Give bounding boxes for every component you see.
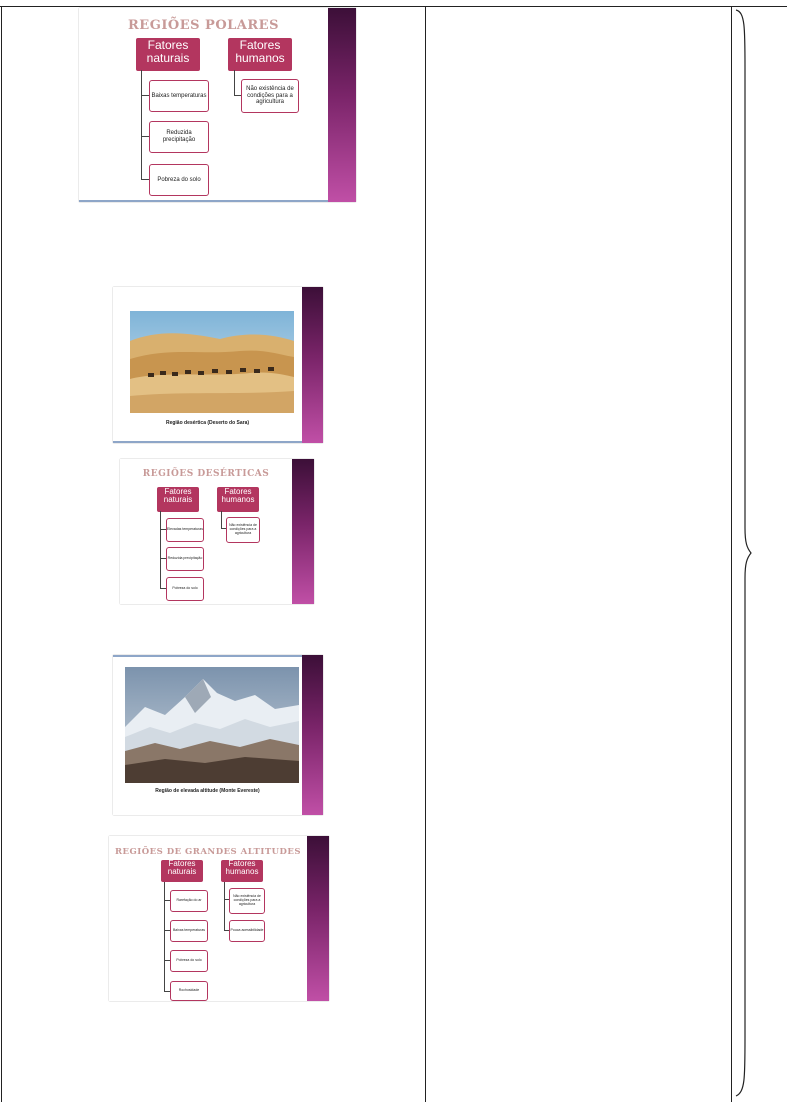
tree-line [164,882,165,992]
tree-line [160,511,161,589]
factor-box: Elevadas temperaturas [166,518,204,542]
factor-box: Pobreza do solo [170,950,208,972]
header-human-factors: Fatores humanos [228,38,292,71]
factor-box: Não existência de condições para a agric… [229,888,265,914]
factor-box: Baixas temperaturas [149,80,209,112]
factor-box: Rarefação do ar [170,890,208,912]
slide-accent-bar [328,8,356,202]
header-human-factors: Fatores humanos [221,859,263,882]
slide-desert-photo: Região desértica (Deserto do Sara) [113,287,323,443]
factor-box: Pobreza do solo [149,164,209,196]
slide-title: REGIÕES DE GRANDES ALTITUDES [114,847,302,857]
photo-caption: Região desértica (Deserto do Sara) [165,420,250,426]
slide-accent-bar [302,655,323,815]
factor-box: Pobreza do solo [166,577,204,601]
factor-box: Não existência de condições para a agric… [241,79,299,113]
slide-title: REGIÕES DESÉRTICAS [142,469,270,479]
slide-high-altitude-regions: REGIÕES DE GRANDES ALTITUDES Fatores nat… [109,836,329,1001]
tree-line [141,179,149,180]
desert-photo [130,311,294,413]
slide-accent-bar [302,287,323,443]
factor-box: Reduzida precipitação [149,121,209,153]
table-column-divider [425,6,426,1102]
slide-mountain-photo: Região de elevada altitude (Monte Everes… [113,655,323,815]
slide-accent-bar [292,459,314,604]
tree-line [234,95,241,96]
table-top-border [0,6,787,7]
curly-brace [735,9,752,1097]
slide-desert-regions: REGIÕES DESÉRTICAS Fatores naturais Fato… [120,459,314,604]
tree-line [234,70,235,96]
header-human-factors: Fatores humanos [217,487,259,512]
photo-caption: Região de elevada altitude (Monte Everes… [155,788,260,794]
table-column-divider [731,6,732,1102]
factor-box: Rochosidade [170,981,208,1001]
factor-box: Pouca acessibilidade [229,920,265,942]
factor-box: Não existência de condições para a agric… [226,517,260,543]
tree-line [221,511,222,529]
factor-box: Baixas temperaturas [170,920,208,942]
header-natural-factors: Fatores naturais [136,38,200,71]
slide-underline [79,200,328,202]
slide-underline [113,655,302,657]
tree-line [141,70,142,180]
header-natural-factors: Fatores naturais [157,487,199,512]
header-natural-factors: Fatores naturais [161,859,203,882]
slide-accent-bar [307,836,329,1001]
mountain-photo [125,667,299,783]
slide-title: REGIÕES POLARES [128,18,279,33]
table-left-border [1,6,2,1102]
tree-line [224,882,225,931]
tree-line [141,95,149,96]
slide-underline [113,441,302,443]
factor-box: Reduzida precipitação [166,547,204,571]
tree-line [141,136,149,137]
slide-polar-regions: REGIÕES POLARES Fatores naturais Fatores… [79,8,356,202]
